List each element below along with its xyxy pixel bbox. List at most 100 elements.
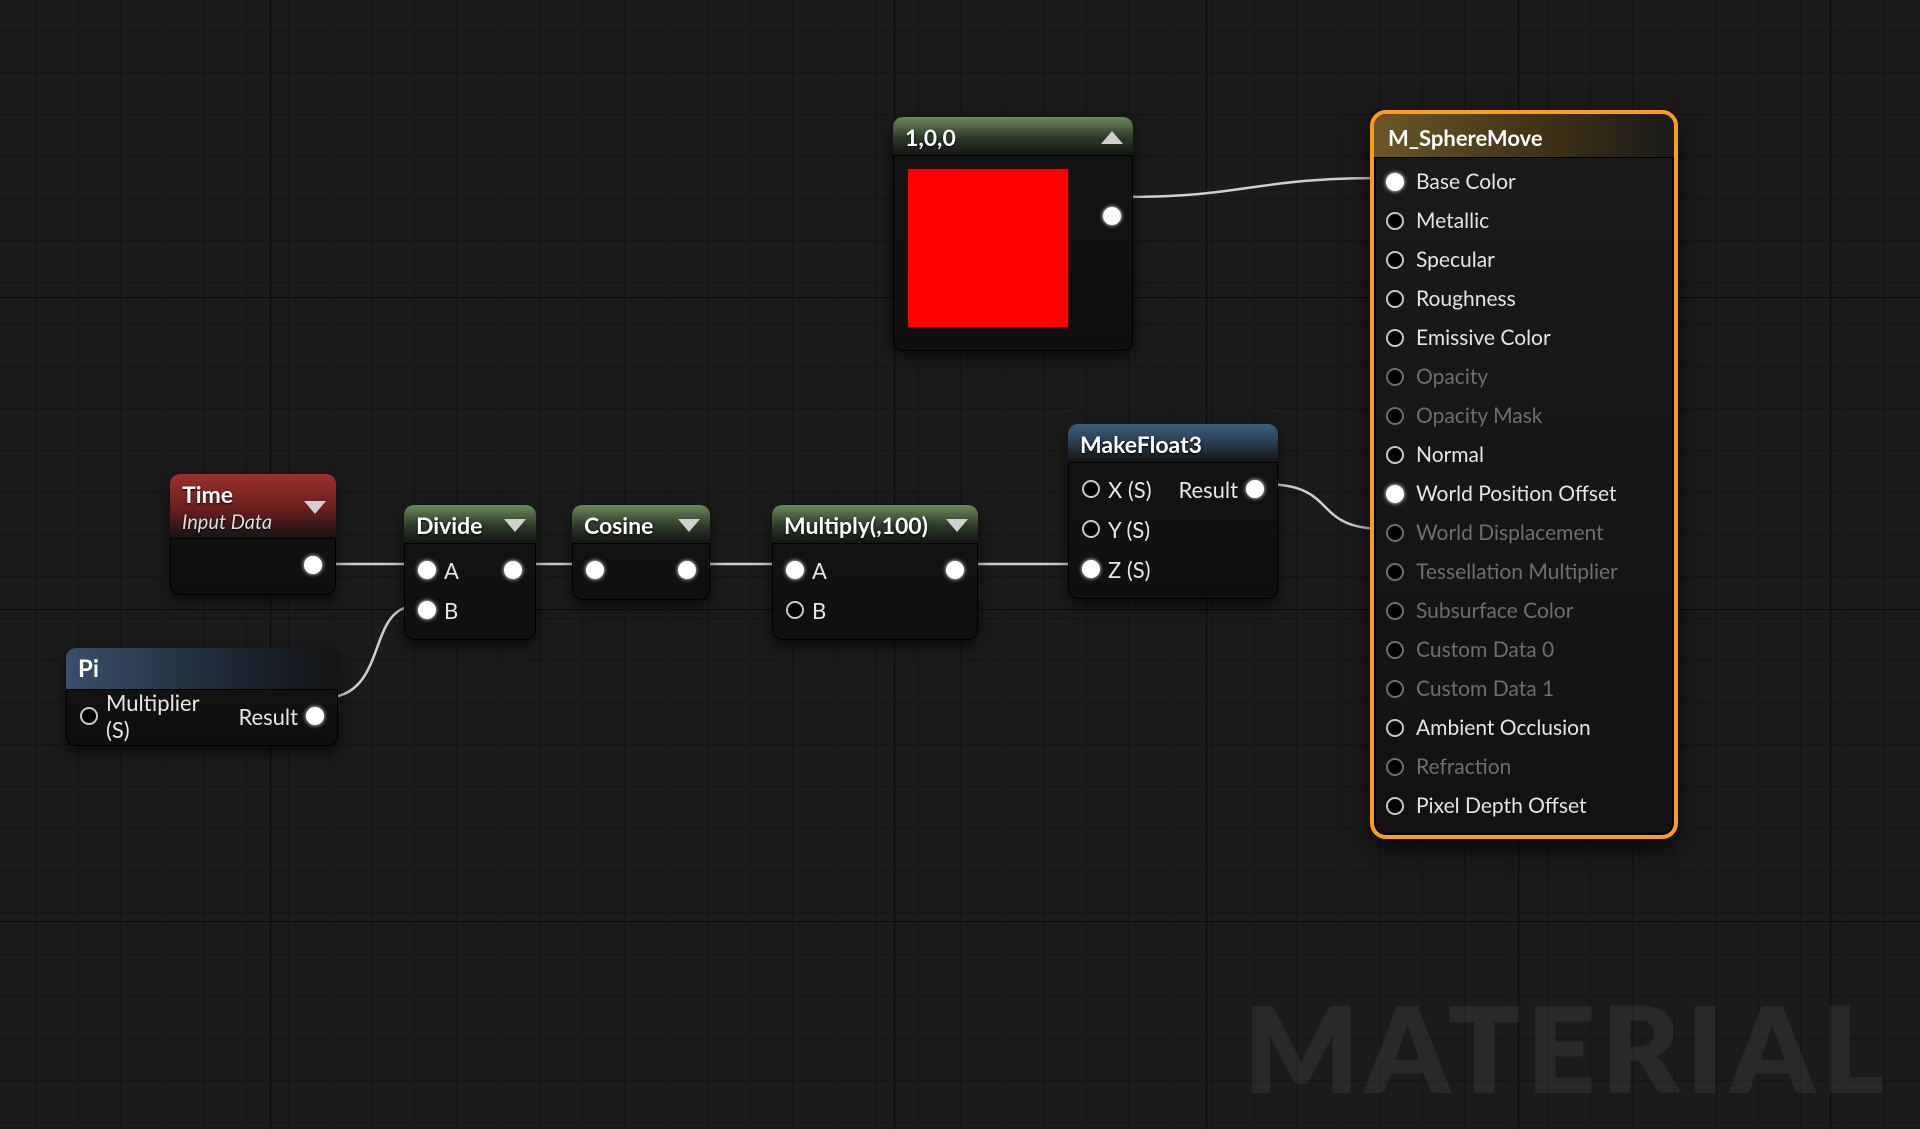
output-pin[interactable] [946, 561, 964, 579]
node-constant-vector[interactable]: 1,0,0 [893, 117, 1133, 351]
node-divide[interactable]: Divide A B [404, 505, 536, 640]
output-pin[interactable] [306, 707, 324, 725]
node-header[interactable]: MakeFloat3 [1068, 424, 1278, 463]
input-pin-z[interactable] [1082, 560, 1100, 578]
pin-label: B [804, 597, 834, 624]
editor-watermark: MATERIAL [1244, 975, 1890, 1119]
material-input-row[interactable]: Specular [1374, 240, 1674, 279]
material-input-row[interactable]: World Position Offset [1374, 474, 1674, 513]
node-header[interactable]: M_SphereMove [1374, 114, 1674, 158]
output-pin[interactable] [678, 561, 696, 579]
node-title: Cosine [584, 511, 653, 539]
material-input-label: Refraction [1416, 754, 1511, 779]
pin-label: B [436, 597, 466, 624]
node-time[interactable]: Time Input Data [170, 474, 336, 595]
pin-label: X (S) [1100, 476, 1160, 503]
node-title: Pi [78, 654, 99, 683]
input-pin-a[interactable] [418, 561, 436, 579]
material-input-label: World Displacement [1416, 520, 1604, 545]
material-input-row[interactable]: Emissive Color [1374, 318, 1674, 357]
output-pin[interactable] [504, 561, 522, 579]
node-header[interactable]: Divide [404, 505, 536, 544]
output-pin[interactable] [1246, 480, 1264, 498]
material-input-label: Opacity [1416, 364, 1488, 389]
material-input-label: Custom Data 1 [1416, 676, 1554, 701]
material-input-row: Tessellation Multiplier [1374, 552, 1674, 591]
material-input-pin [1386, 368, 1404, 386]
material-input-label: Subsurface Color [1416, 598, 1573, 623]
node-pi[interactable]: Pi Multiplier (S) Result [66, 648, 338, 746]
node-header[interactable]: 1,0,0 [893, 117, 1133, 156]
output-pin[interactable] [304, 556, 322, 574]
material-input-row[interactable]: Metallic [1374, 201, 1674, 240]
material-input-row: Custom Data 1 [1374, 669, 1674, 708]
material-title: M_SphereMove [1388, 124, 1543, 151]
material-input-pin[interactable] [1386, 290, 1404, 308]
material-input-pin [1386, 407, 1404, 425]
material-input-list: Base Color Metallic Specular Roughness Emiss… [1374, 158, 1674, 835]
output-pin[interactable] [1103, 207, 1121, 225]
node-material-output[interactable]: M_SphereMove Base Color Metallic Specular R… [1370, 110, 1678, 839]
material-input-row[interactable]: Ambient Occlusion [1374, 708, 1674, 747]
input-pin-b[interactable] [786, 601, 804, 619]
material-input-row: Subsurface Color [1374, 591, 1674, 630]
material-input-row[interactable]: Base Color [1374, 162, 1674, 201]
material-input-pin[interactable] [1386, 329, 1404, 347]
material-input-pin[interactable] [1386, 212, 1404, 230]
material-input-pin[interactable] [1386, 797, 1404, 815]
material-input-row: Opacity [1374, 357, 1674, 396]
material-input-pin[interactable] [1386, 173, 1404, 191]
collapse-caret-icon[interactable] [1101, 131, 1123, 144]
color-swatch[interactable] [907, 168, 1069, 328]
material-input-label: Opacity Mask [1416, 403, 1542, 428]
node-cosine[interactable]: Cosine [572, 505, 710, 600]
material-input-label: Custom Data 0 [1416, 637, 1554, 662]
pin-label: A [804, 557, 835, 584]
node-title: Divide [416, 511, 482, 539]
node-multiply[interactable]: Multiply(,100) A B [772, 505, 978, 640]
node-title: Time [182, 480, 272, 508]
pin-label: Result [1170, 476, 1246, 503]
input-pin[interactable] [586, 561, 604, 579]
pin-label: A [436, 557, 467, 584]
collapse-caret-icon[interactable] [504, 519, 526, 532]
node-title: MakeFloat3 [1080, 430, 1202, 458]
node-header[interactable]: Multiply(,100) [772, 505, 978, 544]
pin-label: Z (S) [1100, 556, 1159, 583]
node-makefloat3[interactable]: MakeFloat3 X (S) Result Y (S) Z (S) [1068, 424, 1278, 599]
material-input-label: Pixel Depth Offset [1416, 793, 1587, 818]
material-input-pin [1386, 680, 1404, 698]
collapse-caret-icon[interactable] [946, 519, 968, 532]
material-input-pin[interactable] [1386, 719, 1404, 737]
material-graph-canvas[interactable]: Time Input Data Pi Multiplier (S) Result [0, 0, 1920, 1129]
material-input-label: Roughness [1416, 286, 1516, 311]
node-header[interactable]: Pi [66, 648, 338, 690]
input-pin-b[interactable] [418, 601, 436, 619]
material-input-pin [1386, 758, 1404, 776]
input-pin[interactable] [80, 707, 98, 725]
input-pin-y[interactable] [1082, 520, 1100, 538]
material-input-row[interactable]: Roughness [1374, 279, 1674, 318]
collapse-caret-icon[interactable] [304, 501, 326, 514]
material-input-pin [1386, 641, 1404, 659]
material-input-row: Refraction [1374, 747, 1674, 786]
material-input-label: Metallic [1416, 208, 1489, 233]
input-pin-x[interactable] [1082, 480, 1100, 498]
material-input-row[interactable]: Normal [1374, 435, 1674, 474]
node-header[interactable]: Time Input Data [170, 474, 336, 539]
node-title: 1,0,0 [905, 123, 956, 151]
material-input-label: Ambient Occlusion [1416, 715, 1591, 740]
material-input-pin [1386, 524, 1404, 542]
material-input-pin[interactable] [1386, 446, 1404, 464]
material-input-row: Custom Data 0 [1374, 630, 1674, 669]
material-input-row: Opacity Mask [1374, 396, 1674, 435]
node-header[interactable]: Cosine [572, 505, 710, 544]
material-input-pin[interactable] [1386, 251, 1404, 269]
material-input-label: World Position Offset [1416, 481, 1617, 506]
material-input-row[interactable]: Pixel Depth Offset [1374, 786, 1674, 825]
material-input-label: Normal [1416, 442, 1484, 467]
material-input-pin[interactable] [1386, 485, 1404, 503]
material-input-label: Tessellation Multiplier [1416, 559, 1618, 584]
collapse-caret-icon[interactable] [678, 519, 700, 532]
input-pin-a[interactable] [786, 561, 804, 579]
